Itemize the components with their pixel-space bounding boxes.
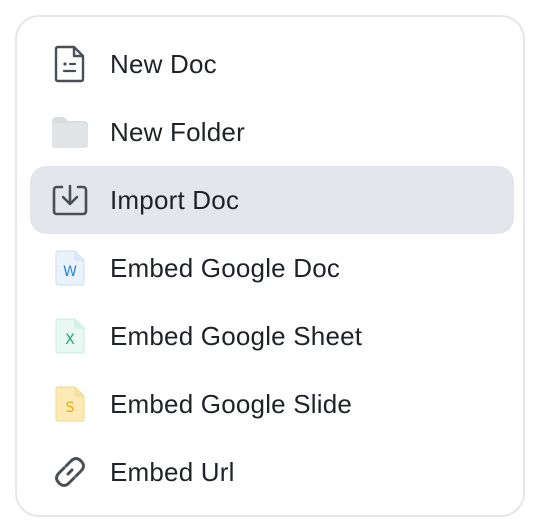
menu-item-embed-url[interactable]: Embed Url xyxy=(30,438,514,506)
document-icon xyxy=(48,42,92,86)
new-item-menu: New Doc New Folder Import Doc W Embed Go… xyxy=(15,15,525,517)
menu-item-label: Embed Google Sheet xyxy=(110,321,363,351)
svg-text:S: S xyxy=(66,400,75,416)
menu-item-new-doc[interactable]: New Doc xyxy=(30,30,514,98)
menu-item-label: Embed Url xyxy=(110,457,235,487)
menu-item-new-folder[interactable]: New Folder xyxy=(30,98,514,166)
google-doc-icon: W xyxy=(48,246,92,290)
link-icon xyxy=(48,450,92,494)
import-icon xyxy=(48,178,92,222)
menu-item-label: Embed Google Slide xyxy=(110,389,353,419)
menu-item-label: Embed Google Doc xyxy=(110,253,341,283)
menu-item-embed-google-sheet[interactable]: X Embed Google Sheet xyxy=(30,302,514,370)
menu-item-label: Import Doc xyxy=(110,185,240,215)
google-slide-icon: S xyxy=(48,382,92,426)
menu-item-label: New Folder xyxy=(110,117,245,147)
svg-text:X: X xyxy=(65,332,75,348)
svg-text:W: W xyxy=(63,264,77,280)
menu-item-label: New Doc xyxy=(110,49,217,79)
google-sheet-icon: X xyxy=(48,314,92,358)
menu-item-import-doc[interactable]: Import Doc xyxy=(30,166,514,234)
menu-item-embed-google-doc[interactable]: W Embed Google Doc xyxy=(30,234,514,302)
folder-icon xyxy=(48,110,92,154)
menu-item-embed-google-slide[interactable]: S Embed Google Slide xyxy=(30,370,514,438)
